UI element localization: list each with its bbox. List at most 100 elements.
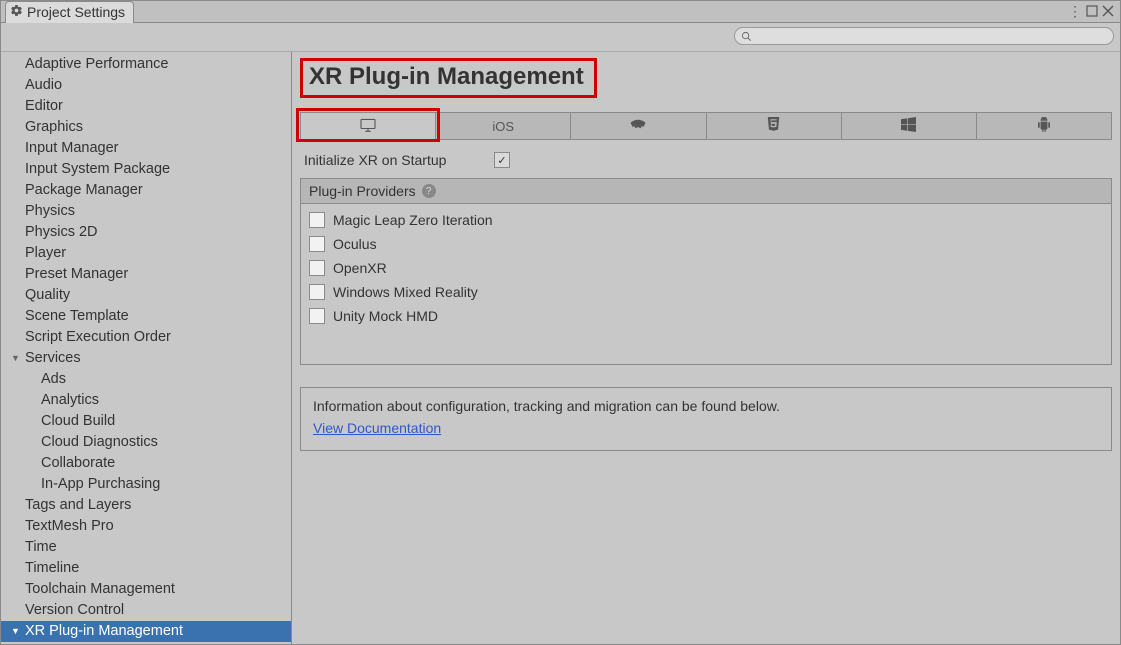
settings-sidebar: Adaptive Performance Audio Editor Graphics I… [1,52,292,644]
sidebar-item-player[interactable]: Player [1,243,291,264]
provider-row-oculus: Oculus [309,232,1103,256]
view-documentation-link[interactable]: View Documentation [313,420,441,436]
provider-checkbox[interactable] [309,284,325,300]
provider-checkbox[interactable] [309,212,325,228]
ios-icon: iOS [492,118,514,134]
sidebar-item-label: Collaborate [41,454,115,473]
sidebar-item-label: Scene Template [25,307,129,326]
sidebar-item-label: Version Control [25,601,124,620]
sidebar-item-services[interactable]: ▼ Services [1,348,291,369]
init-xr-checkbox[interactable]: ✓ [494,152,510,168]
sidebar-item-input-system-package[interactable]: Input System Package [1,159,291,180]
search-input[interactable] [756,30,1107,42]
sidebar-item-tags-and-layers[interactable]: Tags and Layers [1,495,291,516]
provider-label: Magic Leap Zero Iteration [333,212,493,228]
info-box: Information about configuration, trackin… [300,387,1112,451]
platform-tab-android[interactable] [977,112,1112,140]
provider-label: Oculus [333,236,377,252]
sidebar-item-label: Toolchain Management [25,580,175,599]
sidebar-item-label: OpenXR [41,643,97,644]
sidebar-item-audio[interactable]: Audio [1,75,291,96]
sidebar-item-quality[interactable]: Quality [1,285,291,306]
sidebar-item-adaptive-performance[interactable]: Adaptive Performance [1,54,291,75]
provider-row-openxr: OpenXR [309,256,1103,280]
info-text: Information about configuration, trackin… [313,398,1099,414]
provider-checkbox[interactable] [309,308,325,324]
sidebar-item-editor[interactable]: Editor [1,96,291,117]
sidebar-item-graphics[interactable]: Graphics [1,117,291,138]
providers-footer [301,336,1111,364]
page-heading: XR Plug-in Management [309,63,584,91]
sidebar-item-label: Adaptive Performance [25,55,168,74]
provider-label: Windows Mixed Reality [333,284,478,300]
providers-list: Magic Leap Zero Iteration Oculus OpenXR Win… [301,204,1111,336]
sidebar-item-analytics[interactable]: Analytics [1,390,291,411]
provider-checkbox[interactable] [309,236,325,252]
sidebar-item-in-app-purchasing[interactable]: In-App Purchasing [1,474,291,495]
sidebar-item-ads[interactable]: Ads [1,369,291,390]
platform-tab-stadia[interactable] [571,112,706,140]
window-tab[interactable]: Project Settings [5,1,134,23]
sidebar-item-toolchain-management[interactable]: Toolchain Management [1,579,291,600]
sidebar-item-label: Input System Package [25,160,170,179]
sidebar-item-label: Timeline [25,559,79,578]
expand-arrow-icon: ▼ [11,349,20,368]
sidebar-item-label: XR Plug-in Management [25,622,183,641]
sidebar-item-package-manager[interactable]: Package Manager [1,180,291,201]
sidebar-item-time[interactable]: Time [1,537,291,558]
sidebar-item-label: Graphics [25,118,83,137]
titlebar: Project Settings ⋮ [1,1,1120,23]
sidebar-item-label: Physics [25,202,75,221]
android-icon [1037,117,1051,136]
provider-label: Unity Mock HMD [333,308,438,324]
platform-tab-windows[interactable] [842,112,977,140]
expand-arrow-icon: ▼ [11,622,20,641]
kebab-menu-icon[interactable]: ⋮ [1068,3,1082,20]
init-xr-row: Initialize XR on Startup ✓ [300,140,1112,176]
gear-icon [10,4,23,20]
sidebar-item-collaborate[interactable]: Collaborate [1,453,291,474]
sidebar-item-input-manager[interactable]: Input Manager [1,138,291,159]
help-icon[interactable]: ? [422,184,436,198]
html5-icon [766,117,781,136]
window-title: Project Settings [27,4,125,20]
search-box[interactable] [734,27,1114,45]
maximize-icon[interactable] [1086,4,1098,20]
platform-tab-monitor[interactable] [300,112,436,140]
sidebar-item-physics[interactable]: Physics [1,201,291,222]
sidebar-item-textmesh-pro[interactable]: TextMesh Pro [1,516,291,537]
sidebar-item-label: In-App Purchasing [41,475,160,494]
sidebar-item-cloud-diagnostics[interactable]: Cloud Diagnostics [1,432,291,453]
sidebar-item-scene-template[interactable]: Scene Template [1,306,291,327]
close-icon[interactable] [1102,4,1114,20]
sidebar-item-timeline[interactable]: Timeline [1,558,291,579]
sidebar-item-label: Services [25,349,81,368]
sidebar-item-cloud-build[interactable]: Cloud Build [1,411,291,432]
sidebar-item-label: Time [25,538,57,557]
provider-label: OpenXR [333,260,387,276]
sidebar-item-label: Cloud Build [41,412,115,431]
sidebar-item-label: Player [25,244,66,263]
providers-panel: Plug-in Providers ? Magic Leap Zero Iter… [300,178,1112,365]
sidebar-item-preset-manager[interactable]: Preset Manager [1,264,291,285]
platform-tabs: iOS [300,112,1112,140]
sidebar-item-xr-plug-in-management[interactable]: ▼ XR Plug-in Management [1,621,291,642]
sidebar-item-label: Package Manager [25,181,143,200]
sidebar-item-label: Analytics [41,391,99,410]
provider-row-magic-leap-zero-iteration: Magic Leap Zero Iteration [309,208,1103,232]
sidebar-item-version-control[interactable]: Version Control [1,600,291,621]
platform-tab-html5[interactable] [707,112,842,140]
sidebar-item-script-execution-order[interactable]: Script Execution Order [1,327,291,348]
settings-main: XR Plug-in Management iOS Initialize XR … [292,52,1120,644]
platform-tab-ios[interactable]: iOS [436,112,571,140]
providers-label: Plug-in Providers [309,183,416,199]
provider-row-unity-mock-hmd: Unity Mock HMD [309,304,1103,328]
sidebar-item-label: Ads [41,370,66,389]
sidebar-item-physics-2d[interactable]: Physics 2D [1,222,291,243]
provider-checkbox[interactable] [309,260,325,276]
windows-icon [901,117,916,135]
sidebar-item-label: Audio [25,76,62,95]
sidebar-item-openxr[interactable]: OpenXR [1,642,291,644]
sidebar-item-label: Editor [25,97,63,116]
sidebar-item-label: Input Manager [25,139,119,158]
